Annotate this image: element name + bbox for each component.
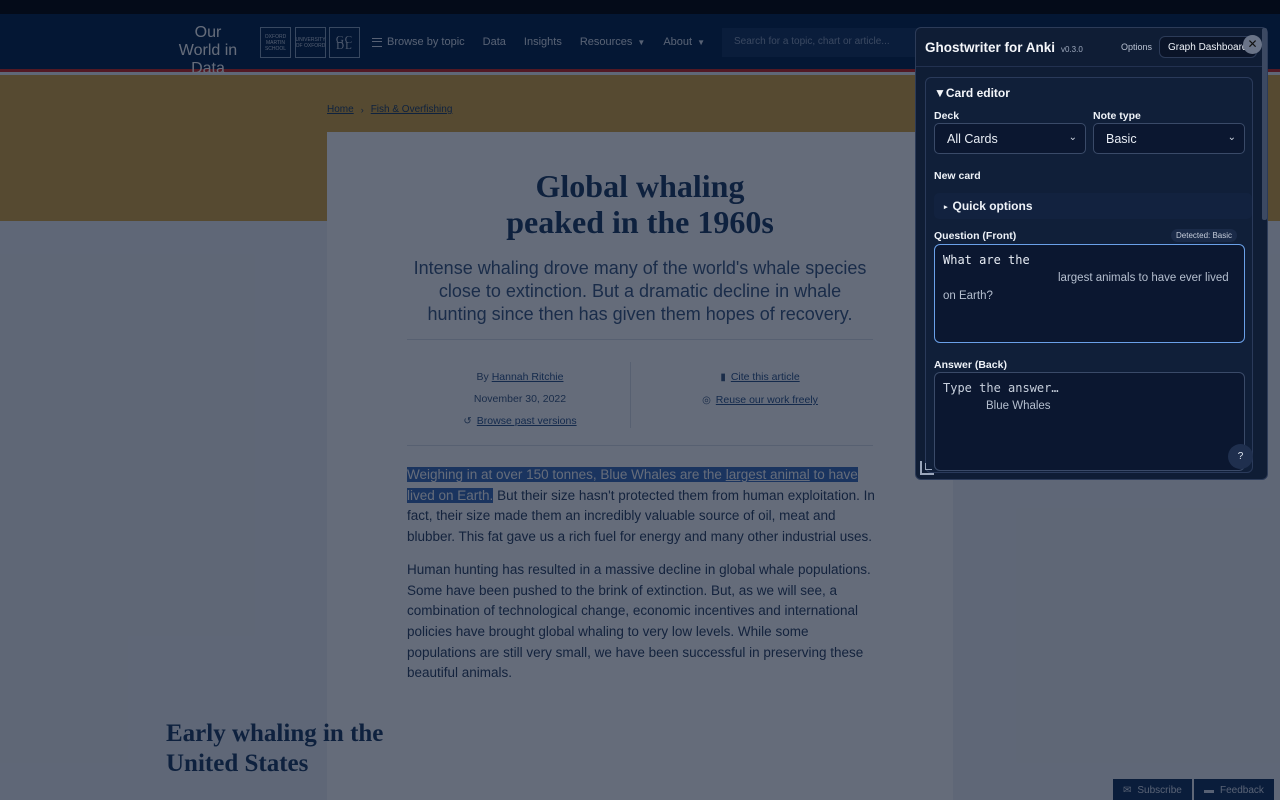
question-suggestion-line1: largest animals to have ever lived [1058, 272, 1229, 284]
nav-resources-label: Resources [579, 36, 633, 48]
list-icon [372, 37, 382, 47]
triangle-down-icon: ▼ [934, 86, 946, 100]
article-subtitle: Intense whaling drove many of the world'… [413, 258, 867, 324]
by-prefix: By [476, 371, 489, 383]
feedback-label: Feedback [1220, 784, 1264, 796]
subscribe-label: Subscribe [1137, 784, 1182, 796]
question-label: Question (Front) [934, 230, 1017, 242]
detected-badge: Detected: Basic [1171, 229, 1238, 242]
book-icon: ▮ [720, 372, 726, 383]
quick-options-toggle[interactable]: ▸ Quick options [934, 193, 1252, 219]
chevron-down-icon: ⌄ [1227, 132, 1236, 143]
breadcrumb-section[interactable]: Fish & Overfishing [371, 104, 453, 115]
cite-link[interactable]: Cite this article [731, 371, 800, 383]
site-logo[interactable]: Our World in Data [172, 24, 244, 78]
ghostwriter-panel: Ghostwriter for Anki v0.3.0 Options Grap… [915, 27, 1268, 480]
panel-version: v0.3.0 [1061, 45, 1083, 54]
nav-about[interactable]: About ▼ [663, 36, 705, 48]
largest-animal-link[interactable]: largest animal [726, 467, 810, 482]
reuse-link[interactable]: Reuse our work freely [716, 394, 818, 406]
note-type-label: Note type [1093, 110, 1141, 122]
paragraph-1: Weighing in at over 150 tonnes, Blue Wha… [407, 465, 875, 548]
publish-date: November 30, 2022 [473, 393, 567, 405]
options-link[interactable]: Options [1121, 42, 1152, 52]
history-icon: ↺ [463, 416, 472, 427]
question-field[interactable]: What are the largest animals to have eve… [934, 244, 1245, 343]
divider [916, 66, 1267, 67]
panel-title: Ghostwriter for Anki [925, 40, 1056, 55]
answer-field[interactable]: Type the answer… Blue Whales [934, 372, 1245, 471]
partner-logo-gcdl[interactable]: GC DL [329, 27, 360, 58]
divider [630, 362, 631, 428]
nav-about-label: About [663, 36, 693, 48]
panel-scrollbar[interactable] [1262, 28, 1267, 220]
answer-suggestion: Blue Whales [986, 400, 1051, 412]
browser-top-strip [0, 0, 1280, 14]
selected-text-part: Weighing in at over 150 tonnes, Blue Wha… [407, 467, 726, 482]
triangle-right-icon: ▸ [944, 203, 948, 211]
graph-dashboard-button[interactable]: Graph Dashboard [1159, 36, 1257, 58]
past-versions-link[interactable]: Browse past versions [477, 415, 577, 427]
resize-handle-icon[interactable] [920, 461, 934, 475]
creative-commons-icon: ◎ [702, 395, 711, 406]
nav-resources[interactable]: Resources ▼ [580, 36, 646, 48]
answer-placeholder: Type the answer… [943, 381, 1059, 395]
quick-options-label: Quick options [952, 199, 1033, 213]
comment-icon: ▬ [1204, 784, 1214, 796]
help-button[interactable]: ? [1228, 444, 1253, 469]
nav-insights-label: Insights [523, 36, 562, 48]
deck-select[interactable]: All Cards ⌄ [934, 123, 1086, 154]
site-search-input[interactable]: Search for a topic, chart or article... [722, 28, 922, 57]
chevron-down-icon: ▼ [697, 37, 705, 47]
main-nav: Browse by topic Data Insights Resources ▼… [372, 36, 723, 48]
note-type-select-value: Basic [1106, 132, 1137, 146]
answer-label: Answer (Back) [934, 359, 1007, 371]
question-suggestion-line2: on Earth? [943, 290, 993, 302]
new-card-label: New card [934, 170, 981, 182]
feedback-button[interactable]: ▬ Feedback [1194, 779, 1274, 800]
divider [407, 339, 873, 340]
close-icon[interactable]: ✕ [1243, 35, 1262, 54]
card-editor-label: Card editor [945, 86, 1010, 100]
nav-browse-label: Browse by topic [387, 36, 465, 48]
note-type-select[interactable]: Basic ⌄ [1093, 123, 1245, 154]
paragraph-2: Human hunting has resulted in a massive … [407, 561, 871, 681]
chevron-down-icon: ⌄ [1068, 132, 1077, 143]
subscribe-button[interactable]: ✉ Subscribe [1113, 779, 1192, 800]
deck-label: Deck [934, 110, 960, 122]
divider [407, 445, 873, 446]
breadcrumb-home[interactable]: Home [327, 104, 354, 115]
nav-data-label: Data [482, 36, 506, 48]
article-actions: ▮ Cite this article ◎ Reuse our work freel… [660, 366, 860, 412]
chevron-down-icon: ▼ [637, 37, 646, 47]
partner-logo-oxford-martin[interactable]: OXFORD MARTIN SCHOOL [260, 27, 291, 58]
partner-logo-oxford-university[interactable]: UNIVERSITY OF OXFORD [295, 27, 326, 58]
article-title: Global whaling peaked in the 1960s [460, 168, 820, 240]
question-typed-text: What are the [943, 253, 1030, 267]
card-editor-toggle[interactable]: ▼Card editor [934, 86, 1010, 100]
breadcrumb: Home › Fish & Overfishing [327, 104, 452, 115]
mail-icon: ✉ [1123, 784, 1132, 796]
section-heading: Early whaling in the United States [166, 720, 384, 777]
article-title-line2: peaked in the 1960s [506, 204, 774, 240]
byline: By Hannah Ritchie November 30, 2022 ↺ Bro… [430, 366, 610, 433]
deck-select-value: All Cards [947, 132, 998, 146]
author-link[interactable]: Hannah Ritchie [492, 371, 564, 383]
nav-browse-by-topic[interactable]: Browse by topic [372, 36, 465, 48]
article-title-line1: Global whaling [535, 168, 745, 204]
article-body: Weighing in at over 150 tonnes, Blue Wha… [407, 465, 875, 696]
card-editor-section: ▼Card editor Deck All Cards ⌄ Note type … [925, 77, 1253, 473]
nav-insights[interactable]: Insights [524, 36, 562, 48]
chevron-right-icon: › [360, 104, 364, 115]
nav-data[interactable]: Data [483, 36, 506, 48]
